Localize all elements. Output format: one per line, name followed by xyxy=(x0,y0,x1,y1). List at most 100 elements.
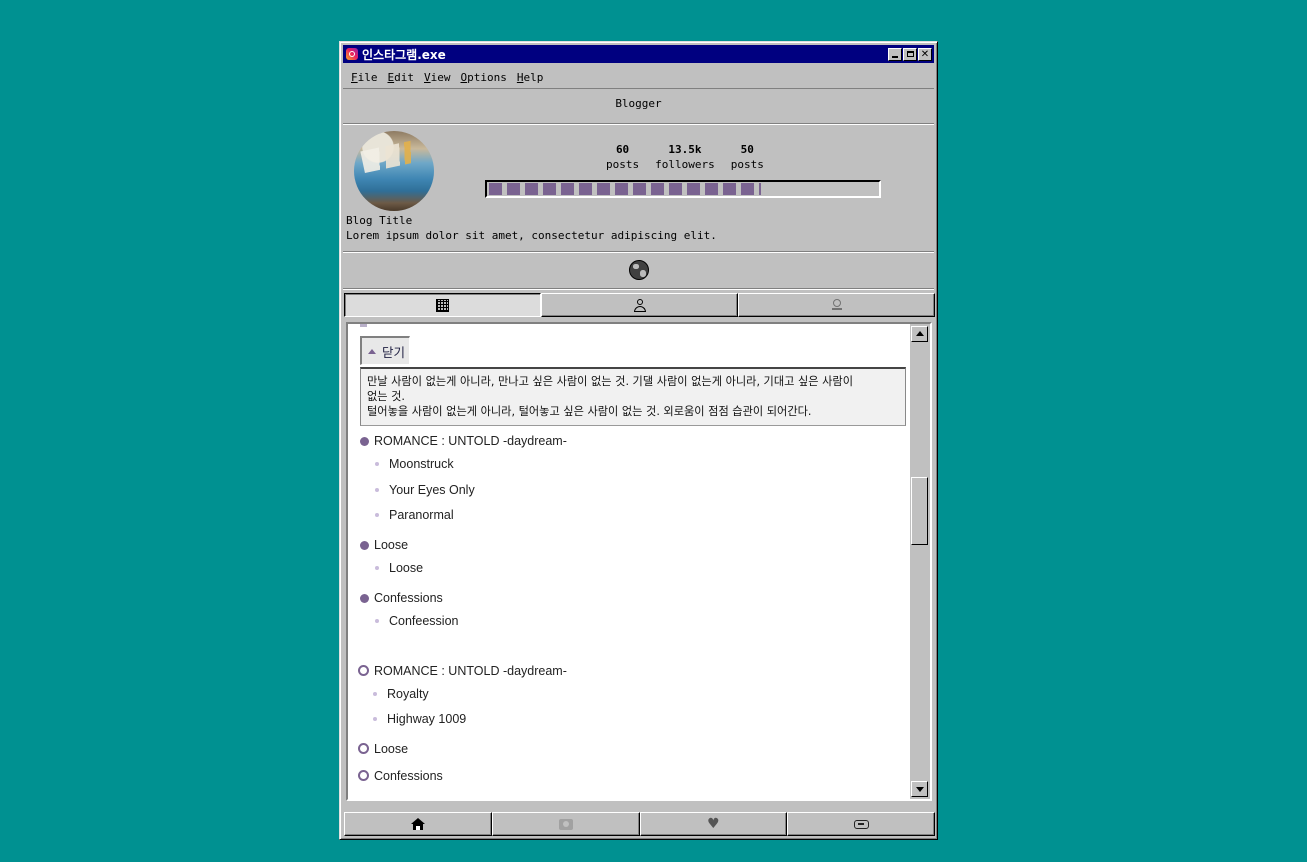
menu-bar: File Edit View Options Help xyxy=(343,66,934,89)
menu-options-label: ptions xyxy=(467,70,507,84)
camera-icon xyxy=(558,818,573,830)
menu-edit[interactable]: Edit xyxy=(388,71,415,84)
list-item[interactable]: Your Eyes Only xyxy=(375,483,475,497)
bottom-nav: ♥ xyxy=(344,812,935,836)
list-item[interactable]: Moonstruck xyxy=(375,457,454,471)
list-item[interactable]: Paranormal xyxy=(375,508,454,522)
category-title: ROMANCE : UNTOLD -daydream- xyxy=(374,434,567,448)
tab-grid[interactable] xyxy=(344,293,541,317)
menu-file-label: ile xyxy=(357,70,378,84)
menu-help-label: elp xyxy=(523,70,544,84)
list-item[interactable]: ROMANCE : UNTOLD -daydream- xyxy=(358,664,567,678)
bullet-icon xyxy=(375,488,379,492)
heart-icon: ♥ xyxy=(707,816,720,832)
blog-title: Blog Title xyxy=(346,214,413,227)
menu-file-key: F xyxy=(351,70,358,84)
list-item[interactable]: Loose xyxy=(360,538,408,552)
divider xyxy=(343,288,934,290)
category-title: Confessions xyxy=(374,591,443,605)
category-item: Paranormal xyxy=(389,508,454,522)
app-window: 인스타그램.exe ✕ File Edit View Options Help … xyxy=(339,41,938,840)
bullet-icon xyxy=(375,619,379,623)
stat-followers-label: followers xyxy=(655,158,715,171)
bullet-icon xyxy=(360,541,369,550)
category-title: Loose xyxy=(374,538,409,552)
quote-line: 없는 것. xyxy=(367,390,405,403)
category-title: ROMANCE : UNTOLD -daydream- xyxy=(374,664,567,678)
bullet-icon xyxy=(358,770,369,781)
list-item[interactable]: Royalty xyxy=(373,687,429,701)
category-item: Royalty xyxy=(387,687,429,701)
list-item[interactable]: Loose xyxy=(375,561,423,575)
category-item: Your Eyes Only xyxy=(389,483,475,497)
stat-following[interactable]: 50 posts xyxy=(731,142,764,172)
menu-view-key: V xyxy=(424,70,431,84)
nav-home-button[interactable] xyxy=(344,812,492,836)
bullet-icon xyxy=(373,717,377,721)
menu-view[interactable]: View xyxy=(424,71,451,84)
menu-edit-label: dit xyxy=(394,70,414,84)
stat-following-value: 50 xyxy=(740,143,754,156)
menu-view-label: iew xyxy=(430,70,451,84)
title-bar[interactable]: 인스타그램.exe ✕ xyxy=(343,45,934,63)
bullet-icon xyxy=(375,513,379,517)
bullet-icon xyxy=(360,594,369,603)
menu-options[interactable]: Options xyxy=(461,71,507,84)
list-item[interactable]: Confessions xyxy=(358,769,443,783)
close-toggle-button[interactable]: 닫기 xyxy=(360,336,410,365)
quote-line: 만날 사람이 없는게 아니라, 만나고 싶은 사람이 없는 것. 기댈 사람이 … xyxy=(367,375,854,388)
bullet-icon xyxy=(373,692,377,696)
category-item: Loose xyxy=(389,561,424,575)
quote-box: 만날 사람이 없는게 아니라, 만나고 싶은 사람이 없는 것. 기댈 사람이 … xyxy=(360,367,906,426)
quote-line: 털어놓을 사람이 없는게 아니라, 털어놓고 싶은 사람이 없는 것. 외로움이… xyxy=(367,405,812,418)
nav-camera-button[interactable] xyxy=(491,812,640,836)
maximize-button[interactable] xyxy=(903,47,917,61)
stat-following-label: posts xyxy=(730,158,764,171)
bullet-icon xyxy=(358,665,369,676)
category-item: Highway 1009 xyxy=(387,712,467,726)
stat-posts-label: posts xyxy=(606,158,640,171)
stat-followers[interactable]: 13.5k followers xyxy=(655,142,715,172)
person-icon xyxy=(633,298,646,312)
avatar[interactable] xyxy=(354,131,434,211)
divider xyxy=(343,251,934,253)
bullet-icon xyxy=(375,462,379,466)
nav-likes-button[interactable]: ♥ xyxy=(639,812,788,836)
nav-games-button[interactable] xyxy=(787,812,935,836)
list-item[interactable]: Loose xyxy=(358,742,408,756)
menu-file[interactable]: File xyxy=(351,71,378,84)
bullet-icon xyxy=(375,566,379,570)
progress-bar xyxy=(485,180,881,198)
vertical-scrollbar[interactable] xyxy=(910,324,930,799)
window-controls: ✕ xyxy=(888,47,932,61)
blog-description: Lorem ipsum dolor sit amet, consectetur … xyxy=(346,229,717,242)
window-title: 인스타그램.exe xyxy=(362,47,446,62)
divider xyxy=(343,123,934,125)
instagram-icon xyxy=(346,48,358,60)
profile-stats: 60 posts 13.5k followers 50 posts xyxy=(606,142,764,172)
menu-help-key: H xyxy=(516,70,524,84)
tab-tagged[interactable] xyxy=(541,293,738,317)
scroll-down-button[interactable] xyxy=(911,781,928,797)
list-item[interactable]: Confessions xyxy=(360,591,443,605)
list-item[interactable]: Highway 1009 xyxy=(373,712,466,726)
post-content: 닫기 만날 사람이 없는게 아니라, 만나고 싶은 사람이 없는 것. 기댈 사… xyxy=(350,324,909,799)
tab-location[interactable] xyxy=(738,293,935,317)
grid-icon xyxy=(436,298,449,312)
list-item[interactable]: ROMANCE : UNTOLD -daydream- xyxy=(360,434,567,448)
location-pin-icon xyxy=(831,299,842,311)
bullet-icon xyxy=(358,743,369,754)
home-icon xyxy=(410,818,425,830)
minimize-button[interactable] xyxy=(888,47,902,61)
stat-posts-value: 60 xyxy=(615,143,630,156)
list-item[interactable]: Confeession xyxy=(375,614,459,628)
close-window-button[interactable]: ✕ xyxy=(918,47,932,61)
menu-help[interactable]: Help xyxy=(517,71,544,84)
scroll-thumb[interactable] xyxy=(911,477,928,545)
collapse-arrow-icon xyxy=(368,348,376,354)
stat-posts[interactable]: 60 posts xyxy=(606,142,639,172)
scroll-up-button[interactable] xyxy=(911,326,928,342)
progress-fill xyxy=(489,183,761,195)
profile-username: Blogger xyxy=(615,97,662,110)
globe-icon[interactable] xyxy=(629,260,649,280)
